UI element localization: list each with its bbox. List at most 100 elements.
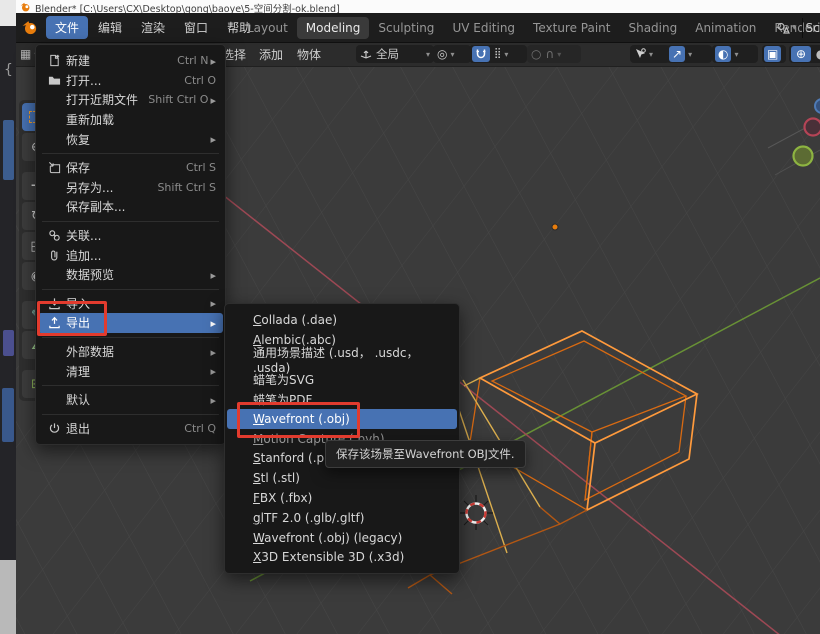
menu-edit[interactable]: 编辑: [89, 16, 131, 39]
tab-shading[interactable]: Shading: [619, 17, 686, 39]
tab-sculpting[interactable]: Sculpting: [369, 17, 443, 39]
proportional-editing-icon: ○: [531, 48, 541, 60]
chevron-down-icon: ▾: [426, 50, 430, 59]
gizmo-controls: ↗ ▾: [666, 45, 712, 63]
menu-window[interactable]: 窗口: [175, 16, 217, 39]
export-item-wavefront-legacy[interactable]: Wavefront (.obj) (legacy): [227, 528, 457, 548]
annotation-wavefront-highlight: [237, 402, 360, 438]
tooltip-text: 保存该场景至Wavefront OBJ文件.: [336, 447, 515, 461]
menu-object[interactable]: 物体: [297, 42, 321, 66]
tab-animation[interactable]: Animation: [686, 17, 765, 39]
menu-item-shortcut: Ctrl N: [177, 54, 208, 67]
tab-modeling[interactable]: Modeling: [297, 17, 370, 39]
blender-logo-icon: [20, 2, 30, 12]
link-chain-icon: [48, 229, 66, 242]
menu-item-label: glTF 2.0 (.glb/.gltf): [253, 511, 364, 525]
menu-item-label: 数据预览: [66, 266, 114, 283]
wireframe-icon: ⊕: [796, 48, 806, 60]
menu-item-label: 另存为...: [66, 179, 113, 196]
file-menu-item-save-copy[interactable]: 保存副本...: [38, 197, 223, 217]
file-menu-item-open[interactable]: 打开... Ctrl O: [38, 71, 223, 91]
selectability-visibility-dropdown[interactable]: ▾: [630, 45, 670, 63]
object-origin-dot: [552, 224, 558, 230]
file-menu-item-save[interactable]: 保存 Ctrl S: [38, 158, 223, 178]
file-menu-item-open-recent[interactable]: 打开近期文件 Shift Ctrl O: [38, 90, 223, 110]
export-item-stl[interactable]: Stl (.stl): [227, 468, 457, 488]
shading-solid-button[interactable]: ●: [811, 46, 820, 62]
menu-item-label: 打开...: [66, 72, 101, 89]
export-item-usd[interactable]: 通用场景描述 (.usd， .usdc， .usda): [227, 350, 457, 370]
submenu-arrow-icon: [210, 54, 216, 68]
menu-item-shortcut: Ctrl Q: [184, 422, 216, 435]
gizmo-x-axis[interactable]: [805, 119, 820, 136]
submenu-arrow-icon: [210, 345, 216, 359]
background-fragment: [0, 560, 16, 634]
file-menu-item-revert[interactable]: 重新加载: [38, 110, 223, 130]
menu-render[interactable]: 渲染: [132, 16, 174, 39]
solid-sphere-icon: ●: [816, 48, 820, 60]
export-item-x3d[interactable]: X3D Extensible 3D (.x3d): [227, 548, 457, 568]
workspace-tabs: Layout Modeling Sculpting UV Editing Tex…: [238, 15, 820, 40]
proportional-editing-controls[interactable]: ○ ∩ ▾: [527, 45, 581, 63]
editor-type-icon: ▦: [20, 48, 31, 60]
menu-item-label: 默认: [66, 391, 90, 408]
cursor-pointer-icon: [634, 48, 646, 60]
file-menu-item-clean-up[interactable]: 清理: [38, 361, 223, 381]
pivot-point-dropdown[interactable]: ◎ ▾: [433, 45, 471, 63]
menu-file[interactable]: 文件: [46, 16, 88, 39]
snap-toggle-button[interactable]: [472, 46, 490, 62]
submenu-arrow-icon: [210, 296, 216, 310]
menu-item-label: 打开近期文件: [66, 91, 138, 108]
scene-icon: [776, 21, 790, 35]
gizmo-toggle-button[interactable]: ↗: [669, 46, 685, 62]
snap-controls: ⣿ ▾: [469, 45, 527, 63]
tab-texture-paint[interactable]: Texture Paint: [524, 17, 619, 39]
tab-uv-editing[interactable]: UV Editing: [443, 17, 524, 39]
overlays-toggle-button[interactable]: ◐: [715, 46, 731, 62]
file-menu-item-save-as[interactable]: 另存为... Shift Ctrl S: [38, 178, 223, 198]
submenu-arrow-icon: [210, 132, 216, 146]
submenu-arrow-icon: [210, 364, 216, 378]
divider: [802, 18, 803, 38]
gizmo-z-axis[interactable]: [815, 99, 820, 113]
export-item-collada[interactable]: Collada (.dae): [227, 310, 457, 330]
scene-selector[interactable]: ▾ Sce: [776, 16, 820, 39]
export-submenu: Collada (.dae) Alembic(.abc) 通用场景描述 (.us…: [224, 303, 460, 574]
open-folder-icon: [48, 74, 66, 87]
blender-logo-icon[interactable]: [22, 20, 37, 35]
file-menu-item-append[interactable]: 追加...: [38, 245, 223, 265]
export-item-gltf[interactable]: glTF 2.0 (.glb/.gltf): [227, 508, 457, 528]
topbar-menus: 文件 编辑 渲染 窗口 帮助: [46, 16, 261, 39]
chevron-down-icon: ▾: [504, 50, 508, 59]
menu-separator: [36, 217, 225, 226]
menu-item-label: 清理: [66, 363, 90, 380]
menu-item-label: 关联...: [66, 227, 101, 244]
tooltip: 保存该场景至Wavefront OBJ文件.: [325, 440, 526, 468]
background-fragment: [2, 388, 14, 442]
file-menu-item-external-data[interactable]: 外部数据: [38, 342, 223, 362]
file-menu-item-data-preview[interactable]: 数据预览: [38, 265, 223, 285]
viewport-shading-controls: ⊕ ● ●: [789, 45, 820, 63]
background-fragment: [3, 330, 14, 356]
transform-orientation-dropdown[interactable]: 全局 ▾: [356, 45, 434, 63]
tab-layout[interactable]: Layout: [238, 17, 297, 39]
file-menu-item-new[interactable]: 新建 Ctrl N: [38, 51, 223, 71]
chevron-down-icon: ▾: [450, 50, 454, 59]
menu-add[interactable]: 添加: [259, 42, 283, 66]
menu-separator: [36, 149, 225, 158]
file-menu-item-recover[interactable]: 恢复: [38, 129, 223, 149]
file-menu-item-defaults[interactable]: 默认: [38, 390, 223, 410]
xray-toggle[interactable]: ▣: [762, 45, 786, 63]
file-menu-item-quit[interactable]: 退出 Ctrl Q: [38, 419, 223, 439]
save-icon: [48, 161, 66, 174]
overlays-controls: ◐ ▾: [712, 45, 758, 63]
submenu-arrow-icon: [210, 268, 216, 282]
menu-item-label: 蜡笔为SVG: [253, 371, 314, 388]
shading-wireframe-button[interactable]: ⊕: [791, 46, 811, 62]
gizmo-y-axis[interactable]: [794, 147, 813, 166]
snap-target-icon[interactable]: ⣿: [494, 49, 501, 59]
file-menu-item-link[interactable]: 关联...: [38, 226, 223, 246]
pivot-point-icon: ◎: [437, 48, 447, 60]
export-item-fbx[interactable]: FBX (.fbx): [227, 488, 457, 508]
menu-item-label: Stl (.stl): [253, 471, 300, 485]
